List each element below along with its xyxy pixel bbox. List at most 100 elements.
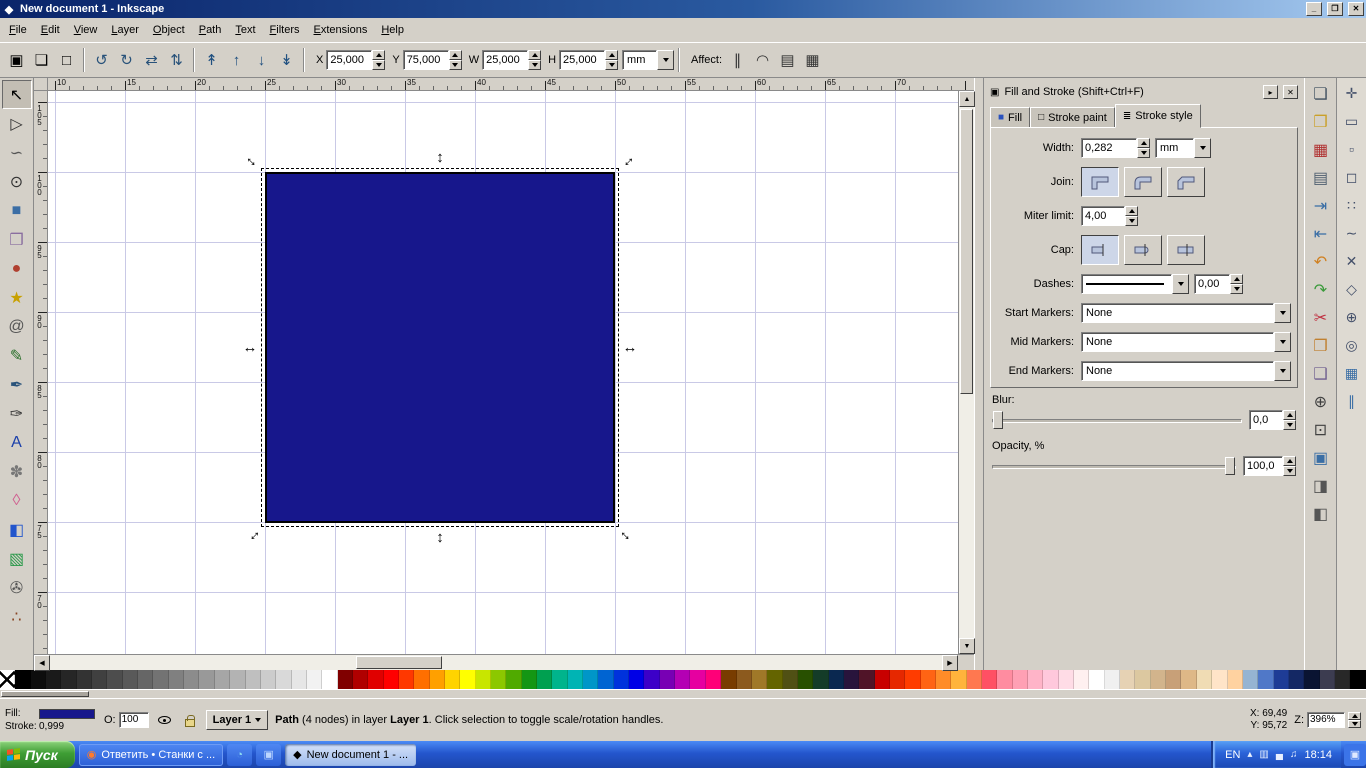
spray-tool[interactable]: ✽ [2, 457, 32, 486]
palette-swatch[interactable] [1089, 670, 1105, 689]
units-dropdown[interactable]: mm [622, 50, 675, 70]
duplicate-icon[interactable]: ▣ [1308, 445, 1334, 471]
dashes-dropdown-arrow[interactable] [1172, 274, 1189, 294]
eraser-tool[interactable]: ◊ [2, 486, 32, 515]
palette-swatch[interactable] [1304, 670, 1320, 689]
pencil-tool[interactable]: ✎ [2, 341, 32, 370]
palette-swatch[interactable] [966, 670, 982, 689]
palette-swatch[interactable] [537, 670, 553, 689]
palette-swatch[interactable] [92, 670, 108, 689]
palette-swatch[interactable] [721, 670, 737, 689]
palette-swatch[interactable] [1104, 670, 1121, 689]
redo-icon[interactable]: ↷ [1308, 277, 1334, 303]
selection-handle-right[interactable]: ↔ [621, 338, 639, 356]
scroll-down-button[interactable]: ▼ [959, 638, 975, 654]
palette-swatch[interactable] [475, 670, 491, 689]
palette-scroll-thumb[interactable] [1, 691, 89, 697]
palette-swatch[interactable] [291, 670, 307, 689]
snap-grid-icon[interactable]: ▦ [1340, 361, 1364, 385]
flip-vertical-icon[interactable]: ⇅ [164, 48, 189, 73]
tab-stroke-style[interactable]: ≣ Stroke style [1114, 104, 1201, 128]
stroke-width-value[interactable]: 0,999 [39, 721, 97, 732]
new-document-icon[interactable]: ❏ [1308, 81, 1334, 107]
cap-square-button[interactable] [1167, 235, 1205, 265]
zoom-page-icon[interactable]: ⊡ [1308, 417, 1334, 443]
selection-handle-bottom-left[interactable]: ↔ [240, 521, 265, 546]
snap-nodes-icon[interactable]: ∷ [1340, 193, 1364, 217]
taskbar-task-inkscape[interactable]: ◆ New document 1 - ... [285, 743, 417, 766]
palette-swatch[interactable] [629, 670, 645, 689]
h-input[interactable] [559, 50, 606, 70]
palette-swatch[interactable] [843, 670, 860, 689]
palette-swatch[interactable] [414, 670, 430, 689]
palette-swatch[interactable] [920, 670, 936, 689]
palette-swatch[interactable] [1135, 670, 1151, 689]
lower-icon[interactable]: ↓ [249, 48, 274, 73]
palette-swatch[interactable] [1150, 670, 1167, 689]
calligraphy-tool[interactable]: ✑ [2, 399, 32, 428]
palette-swatch[interactable] [751, 670, 768, 689]
undo-icon[interactable]: ↶ [1308, 249, 1334, 275]
clone-icon[interactable]: ◨ [1308, 473, 1334, 499]
palette-swatch[interactable] [61, 670, 77, 689]
palette-swatch[interactable] [245, 670, 261, 689]
snap-bbox-icon[interactable]: ▭ [1340, 109, 1364, 133]
palette-swatch[interactable] [1319, 670, 1335, 689]
palette-none-swatch[interactable] [0, 670, 16, 689]
menu-text[interactable]: Text [228, 20, 262, 40]
affect-pattern-icon[interactable]: ▦ [800, 48, 825, 73]
minimize-button[interactable]: _ [1306, 2, 1322, 16]
flip-horizontal-icon[interactable]: ⇄ [139, 48, 164, 73]
affect-gradient-icon[interactable]: ▤ [775, 48, 800, 73]
menu-object[interactable]: Object [146, 20, 192, 40]
gradient-tool[interactable]: ▧ [2, 544, 32, 573]
palette-swatch[interactable] [184, 670, 200, 689]
join-miter-button[interactable] [1081, 167, 1119, 197]
affect-corners-icon[interactable]: ◠ [750, 48, 775, 73]
mid-markers-arrow[interactable] [1274, 332, 1291, 352]
box3d-tool[interactable]: ❒ [2, 225, 32, 254]
palette-swatch[interactable] [675, 670, 691, 689]
palette-swatch[interactable] [352, 670, 369, 689]
palette-swatch[interactable] [951, 670, 967, 689]
palette-swatch[interactable] [705, 670, 722, 689]
snap-guides-icon[interactable]: ∥ [1340, 389, 1364, 413]
palette-swatch[interactable] [1181, 670, 1197, 689]
dock-resize-gutter[interactable] [974, 78, 984, 670]
text-tool[interactable]: A [2, 428, 32, 457]
start-markers-dropdown[interactable]: None [1081, 303, 1291, 323]
join-round-button[interactable] [1124, 167, 1162, 197]
zoom-tool[interactable]: ⊙ [2, 167, 32, 196]
palette-swatch[interactable] [276, 670, 292, 689]
palette-swatch[interactable] [30, 670, 47, 689]
scroll-left-button[interactable]: ◀ [34, 655, 50, 671]
palette-swatch[interactable] [444, 670, 461, 689]
palette-swatch[interactable] [153, 670, 169, 689]
zoom-value[interactable]: 396% [1307, 712, 1345, 728]
horizontal-scroll-thumb[interactable] [356, 656, 442, 669]
tab-fill[interactable]: ■ Fill [990, 107, 1031, 128]
vertical-scrollbar[interactable]: ▲ ▼ [958, 91, 975, 654]
palette-swatch[interactable] [797, 670, 814, 689]
selection-handle-bottom[interactable]: ↕ [431, 528, 449, 546]
w-input[interactable] [482, 50, 529, 70]
palette-swatch[interactable] [1350, 670, 1366, 689]
snap-centers-icon[interactable]: ◎ [1340, 333, 1364, 357]
layer-selector[interactable]: Layer 1 [205, 710, 269, 730]
star-tool[interactable]: ★ [2, 283, 32, 312]
palette-swatch[interactable] [506, 670, 522, 689]
rotate-cw-icon[interactable]: ↻ [114, 48, 139, 73]
ellipse-tool[interactable]: ● [2, 254, 32, 283]
palette-swatch[interactable] [491, 670, 507, 689]
stroke-width-unit-arrow[interactable] [1194, 138, 1211, 158]
affect-scale-stroke-icon[interactable]: ∥ [725, 48, 750, 73]
taskbar-mini-button-2[interactable]: ▣ [256, 743, 282, 766]
cap-butt-button[interactable] [1081, 235, 1119, 265]
x-input[interactable] [326, 50, 373, 70]
import-icon[interactable]: ⇥ [1308, 193, 1334, 219]
palette-swatch[interactable] [859, 670, 875, 689]
palette-swatch[interactable] [168, 670, 185, 689]
zoom-spin[interactable] [1348, 712, 1361, 728]
connector-tool[interactable]: ∴ [2, 602, 32, 631]
export-icon[interactable]: ⇤ [1308, 221, 1334, 247]
